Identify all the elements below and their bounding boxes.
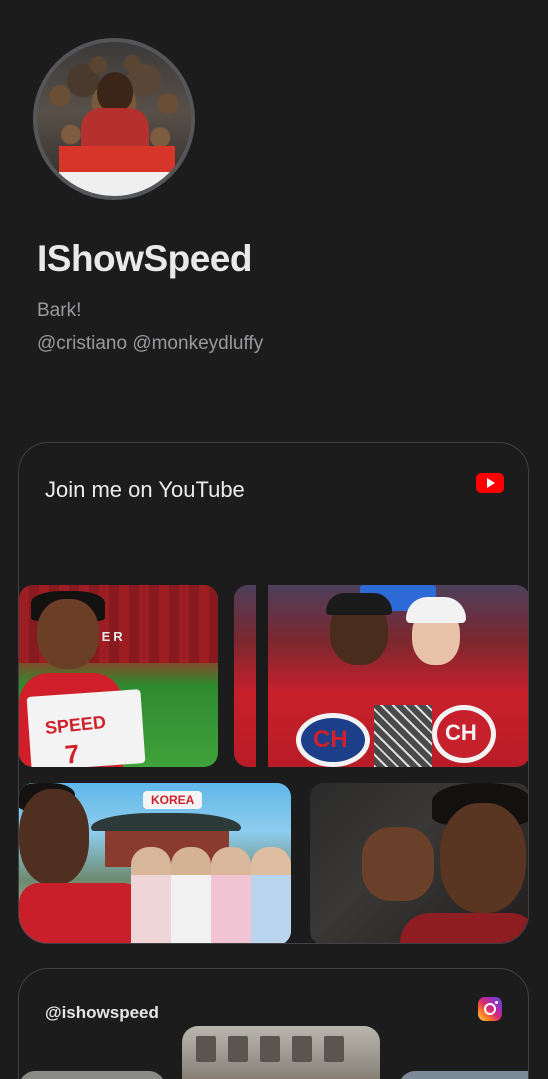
profile-name: IShowSpeed — [37, 238, 252, 279]
building-window — [324, 1036, 344, 1062]
instagram-icon — [478, 997, 502, 1021]
pointing-hand — [362, 827, 434, 901]
group-member — [251, 847, 291, 943]
profile-page: IShowSpeed Bark! @cristiano @monkeydluff… — [0, 0, 548, 1079]
youtube-icon — [476, 473, 504, 493]
person-cap — [326, 593, 392, 615]
person-shirt — [400, 913, 528, 943]
youtube-card[interactable]: Join me on YouTube STER SPEED 7 KOREA — [18, 442, 529, 944]
instagram-handle: @ishowspeed — [45, 1003, 159, 1022]
youtube-card-title: Join me on YouTube — [45, 477, 245, 502]
building-window — [196, 1036, 216, 1062]
team-logo — [432, 705, 496, 763]
building-window — [260, 1036, 280, 1062]
palace-roof — [91, 813, 241, 831]
avatar-flag-red-band — [59, 146, 175, 172]
profile-avatar[interactable] — [33, 38, 195, 200]
location-tag: KOREA — [143, 791, 203, 809]
instagram-post-thumbnail[interactable] — [19, 1071, 165, 1079]
video-thumbnail-2[interactable] — [234, 585, 528, 767]
avatar-flag-white-band — [59, 172, 175, 196]
person-face — [37, 599, 99, 669]
group-member — [211, 847, 251, 943]
person-hoodie — [19, 883, 143, 943]
avatar-person-shirt — [81, 108, 149, 148]
person-face — [440, 803, 526, 913]
instagram-post-thumbnail[interactable] — [182, 1026, 380, 1079]
video-thumbnail-4[interactable] — [310, 783, 528, 943]
instagram-post-thumbnail[interactable] — [399, 1071, 528, 1079]
hockey-net — [374, 705, 432, 767]
video-thumbnail-1[interactable]: STER SPEED 7 — [19, 585, 218, 767]
hockey-stick — [256, 585, 268, 767]
instagram-card[interactable]: @ishowspeed — [18, 968, 529, 1079]
building-window — [292, 1036, 312, 1062]
building-window — [228, 1036, 248, 1062]
group-member — [171, 847, 211, 943]
profile-bio-mentions[interactable]: @cristiano @monkeydluffy — [37, 333, 263, 355]
video-thumbnail-3[interactable]: KOREA — [19, 783, 291, 943]
player-helmet — [406, 597, 466, 623]
avatar-person-head — [97, 72, 133, 112]
person-face — [19, 789, 89, 885]
group-member — [131, 847, 171, 943]
team-logo — [296, 713, 370, 767]
profile-bio-line: Bark! — [37, 300, 82, 321]
